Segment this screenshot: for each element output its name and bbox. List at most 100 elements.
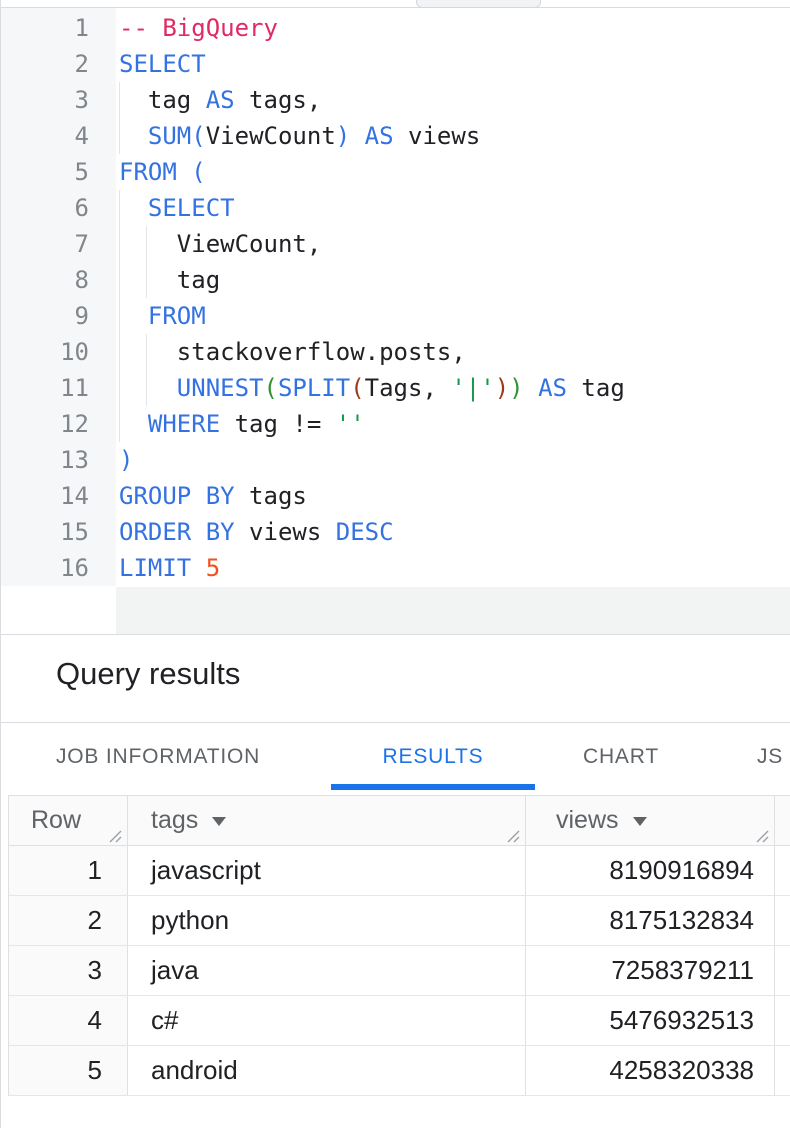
empty-cell	[775, 996, 790, 1045]
line-number: 10	[1, 334, 89, 370]
table-row: 4c#5476932513	[9, 996, 790, 1046]
code-line[interactable]: 16 LIMIT 5	[1, 550, 790, 586]
results-table: Row tags views 1javascript81909168942pyt…	[8, 795, 790, 1096]
code-line[interactable]: 11 UNNEST(SPLIT(Tags, '|')) AS tag	[1, 370, 790, 406]
code-text: SELECT	[119, 190, 235, 226]
header-cell-tags: tags	[128, 796, 526, 845]
table-body: 1javascript81909168942python81751328343j…	[9, 846, 790, 1096]
line-number: 14	[1, 478, 89, 514]
line-number: 15	[1, 514, 89, 550]
table-row: 5android4258320338	[9, 1046, 790, 1096]
code-text: tag AS tags,	[119, 82, 321, 118]
column-menu-arrow-icon[interactable]	[212, 817, 226, 826]
tab-job-information[interactable]: JOB INFORMATION	[56, 723, 260, 790]
sql-editor[interactable]: 1-- BigQuery2SELECT3 tag AS tags,4 SUM(V…	[1, 8, 790, 634]
line-number: 8	[1, 262, 89, 298]
code-line[interactable]: 8 tag	[1, 262, 790, 298]
tags-cell: python	[128, 896, 526, 945]
table-row: 3java7258379211	[9, 946, 790, 996]
code-text: tag	[119, 262, 220, 298]
views-cell: 8175132834	[526, 896, 775, 945]
code-text: ViewCount,	[119, 226, 321, 262]
views-cell: 8190916894	[526, 846, 775, 895]
code-line[interactable]: 12 WHERE tag != ''	[1, 406, 790, 442]
code-text: SELECT	[119, 46, 206, 82]
code-line[interactable]: 5 FROM (	[1, 154, 790, 190]
empty-cell	[775, 846, 790, 895]
code-text: FROM	[119, 298, 206, 334]
empty-cell	[775, 1046, 790, 1095]
code-line[interactable]: 10 stackoverflow.posts,	[1, 334, 790, 370]
header-cell-row: Row	[9, 796, 128, 845]
tab-chart[interactable]: CHART	[583, 723, 659, 790]
section-divider	[1, 634, 790, 635]
row-number-cell: 1	[9, 846, 128, 895]
empty-cell	[775, 896, 790, 945]
results-tabs: JOB INFORMATION RESULTS CHART JS	[1, 723, 790, 790]
code-text: stackoverflow.posts,	[119, 334, 466, 370]
line-number: 2	[1, 46, 89, 82]
tags-cell: javascript	[128, 846, 526, 895]
editor-scrollbar-track	[116, 587, 790, 634]
scrollbar-handle[interactable]	[416, 0, 541, 8]
code-text: )	[119, 442, 133, 478]
table-header-row: Row tags views	[9, 796, 790, 846]
tab-js[interactable]: JS	[757, 723, 783, 790]
line-number: 6	[1, 190, 89, 226]
column-label: views	[556, 806, 619, 834]
code-text: WHERE tag != ''	[119, 406, 365, 442]
tags-cell: c#	[128, 996, 526, 1045]
line-number: 5	[1, 154, 89, 190]
column-resize-icon[interactable]	[755, 828, 769, 842]
column-menu-arrow-icon[interactable]	[633, 817, 647, 826]
row-number-cell: 2	[9, 896, 128, 945]
code-text: GROUP BY tags	[119, 478, 307, 514]
line-number: 11	[1, 370, 89, 406]
code-line[interactable]: 4 SUM(ViewCount) AS views	[1, 118, 790, 154]
line-number: 7	[1, 226, 89, 262]
column-label: Row	[31, 806, 81, 834]
column-resize-icon[interactable]	[108, 828, 122, 842]
code-line[interactable]: 13)	[1, 442, 790, 478]
column-resize-icon[interactable]	[506, 828, 520, 842]
row-number-cell: 4	[9, 996, 128, 1045]
code-line[interactable]: 3 tag AS tags,	[1, 82, 790, 118]
views-cell: 7258379211	[526, 946, 775, 995]
line-number: 1	[1, 10, 89, 46]
line-number: 12	[1, 406, 89, 442]
code-text: LIMIT 5	[119, 550, 220, 586]
active-tab-underline	[331, 784, 535, 790]
line-number: 16	[1, 550, 89, 586]
code-line[interactable]: 1 -- BigQuery	[1, 10, 790, 46]
code-line[interactable]: 14 GROUP BY tags	[1, 478, 790, 514]
header-cell-views: views	[526, 796, 775, 845]
tab-results[interactable]: RESULTS	[331, 723, 535, 790]
bigquery-console: 1-- BigQuery2SELECT3 tag AS tags,4 SUM(V…	[0, 0, 790, 1128]
views-cell: 4258320338	[526, 1046, 775, 1095]
code-line[interactable]: 9 FROM	[1, 298, 790, 334]
tags-cell: android	[128, 1046, 526, 1095]
code-line[interactable]: 15 ORDER BY views DESC	[1, 514, 790, 550]
line-number: 3	[1, 82, 89, 118]
code-text: -- BigQuery	[119, 10, 278, 46]
line-number: 9	[1, 298, 89, 334]
line-number: 4	[1, 118, 89, 154]
column-label: tags	[151, 806, 198, 834]
views-cell: 5476932513	[526, 996, 775, 1045]
table-row: 2python8175132834	[9, 896, 790, 946]
tags-cell: java	[128, 946, 526, 995]
row-number-cell: 5	[9, 1046, 128, 1095]
header-cell-empty	[775, 796, 790, 845]
row-number-cell: 3	[9, 946, 128, 995]
line-number: 13	[1, 442, 89, 478]
code-text: UNNEST(SPLIT(Tags, '|')) AS tag	[119, 370, 625, 406]
code-line[interactable]: 6 SELECT	[1, 190, 790, 226]
code-text: ORDER BY views DESC	[119, 514, 394, 550]
code-line[interactable]: 2 SELECT	[1, 46, 790, 82]
code-text: FROM (	[119, 154, 206, 190]
code-text: SUM(ViewCount) AS views	[119, 118, 480, 154]
empty-cell	[775, 946, 790, 995]
query-results-title: Query results	[56, 654, 240, 694]
code-line[interactable]: 7 ViewCount,	[1, 226, 790, 262]
table-row: 1javascript8190916894	[9, 846, 790, 896]
